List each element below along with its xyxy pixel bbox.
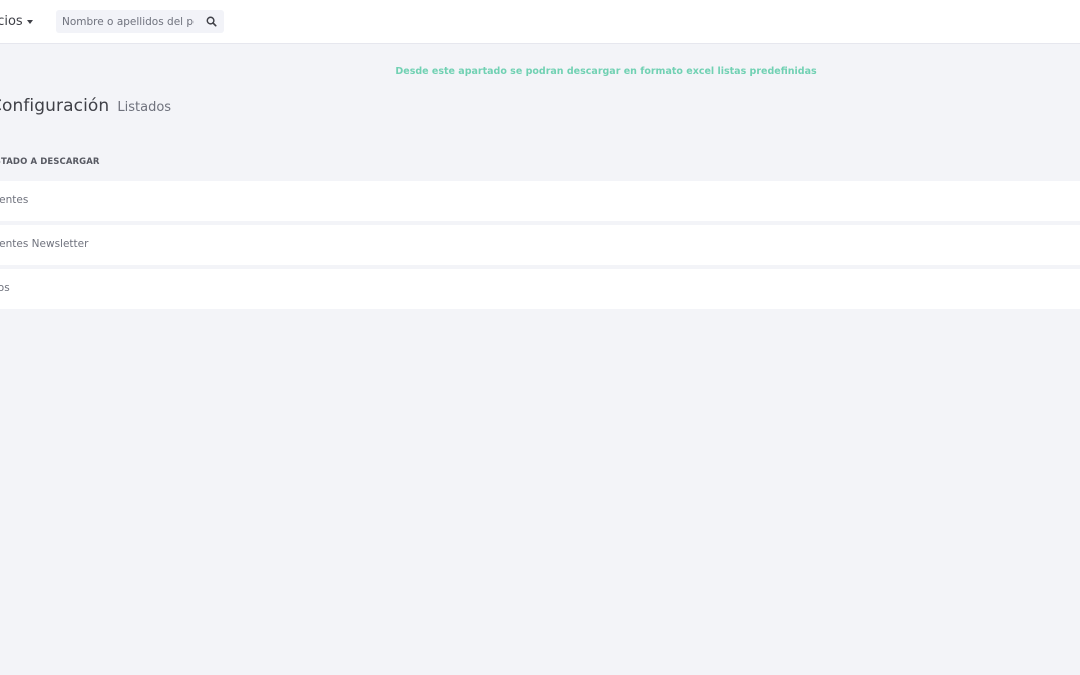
list-item-label: Socios <box>0 282 10 294</box>
search-box <box>56 10 224 33</box>
section-label: LISTADO A DESCARGAR <box>0 157 100 167</box>
list-item-label: Clientes <box>0 194 29 206</box>
list-item-clientes[interactable]: Clientes <box>0 181 1080 221</box>
socios-dropdown-label: Socios <box>0 13 23 29</box>
list-item-label: Clientes Newsletter <box>0 238 89 250</box>
page-title-subtitle: Listados <box>117 100 172 115</box>
socios-dropdown[interactable]: Socios <box>0 11 33 31</box>
info-message: Desde este apartado se podran descargar … <box>395 66 817 77</box>
page-title-main: Configuración <box>0 96 110 116</box>
caret-down-icon <box>26 19 33 24</box>
search-button[interactable] <box>203 13 220 30</box>
search-input[interactable] <box>56 10 194 33</box>
download-list: Clientes Clientes Newsletter Socios <box>0 181 1080 313</box>
search-icon <box>206 16 217 27</box>
list-item-socios[interactable]: Socios <box>0 269 1080 309</box>
top-navbar: Socios <box>0 0 1080 44</box>
list-item-clientes-newsletter[interactable]: Clientes Newsletter <box>0 225 1080 265</box>
page-title: Configuración Listados <box>0 96 171 116</box>
